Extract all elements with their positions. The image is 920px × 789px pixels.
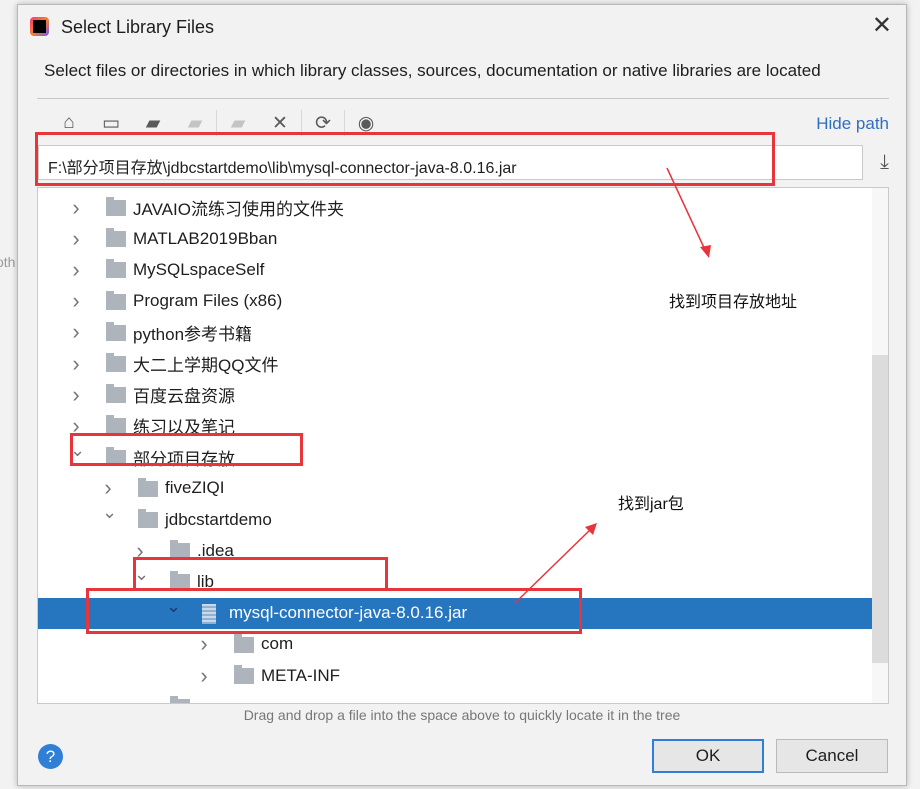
- annotation-arrows: [514, 167, 711, 604]
- arrow-to-path-note: [666, 167, 707, 253]
- annotation-path-note: 找到项目存放地址: [669, 294, 798, 311]
- arrowhead-path: [700, 245, 711, 258]
- annotation-jar-note: 找到jar包: [618, 496, 684, 513]
- arrow-to-jar: [514, 527, 593, 604]
